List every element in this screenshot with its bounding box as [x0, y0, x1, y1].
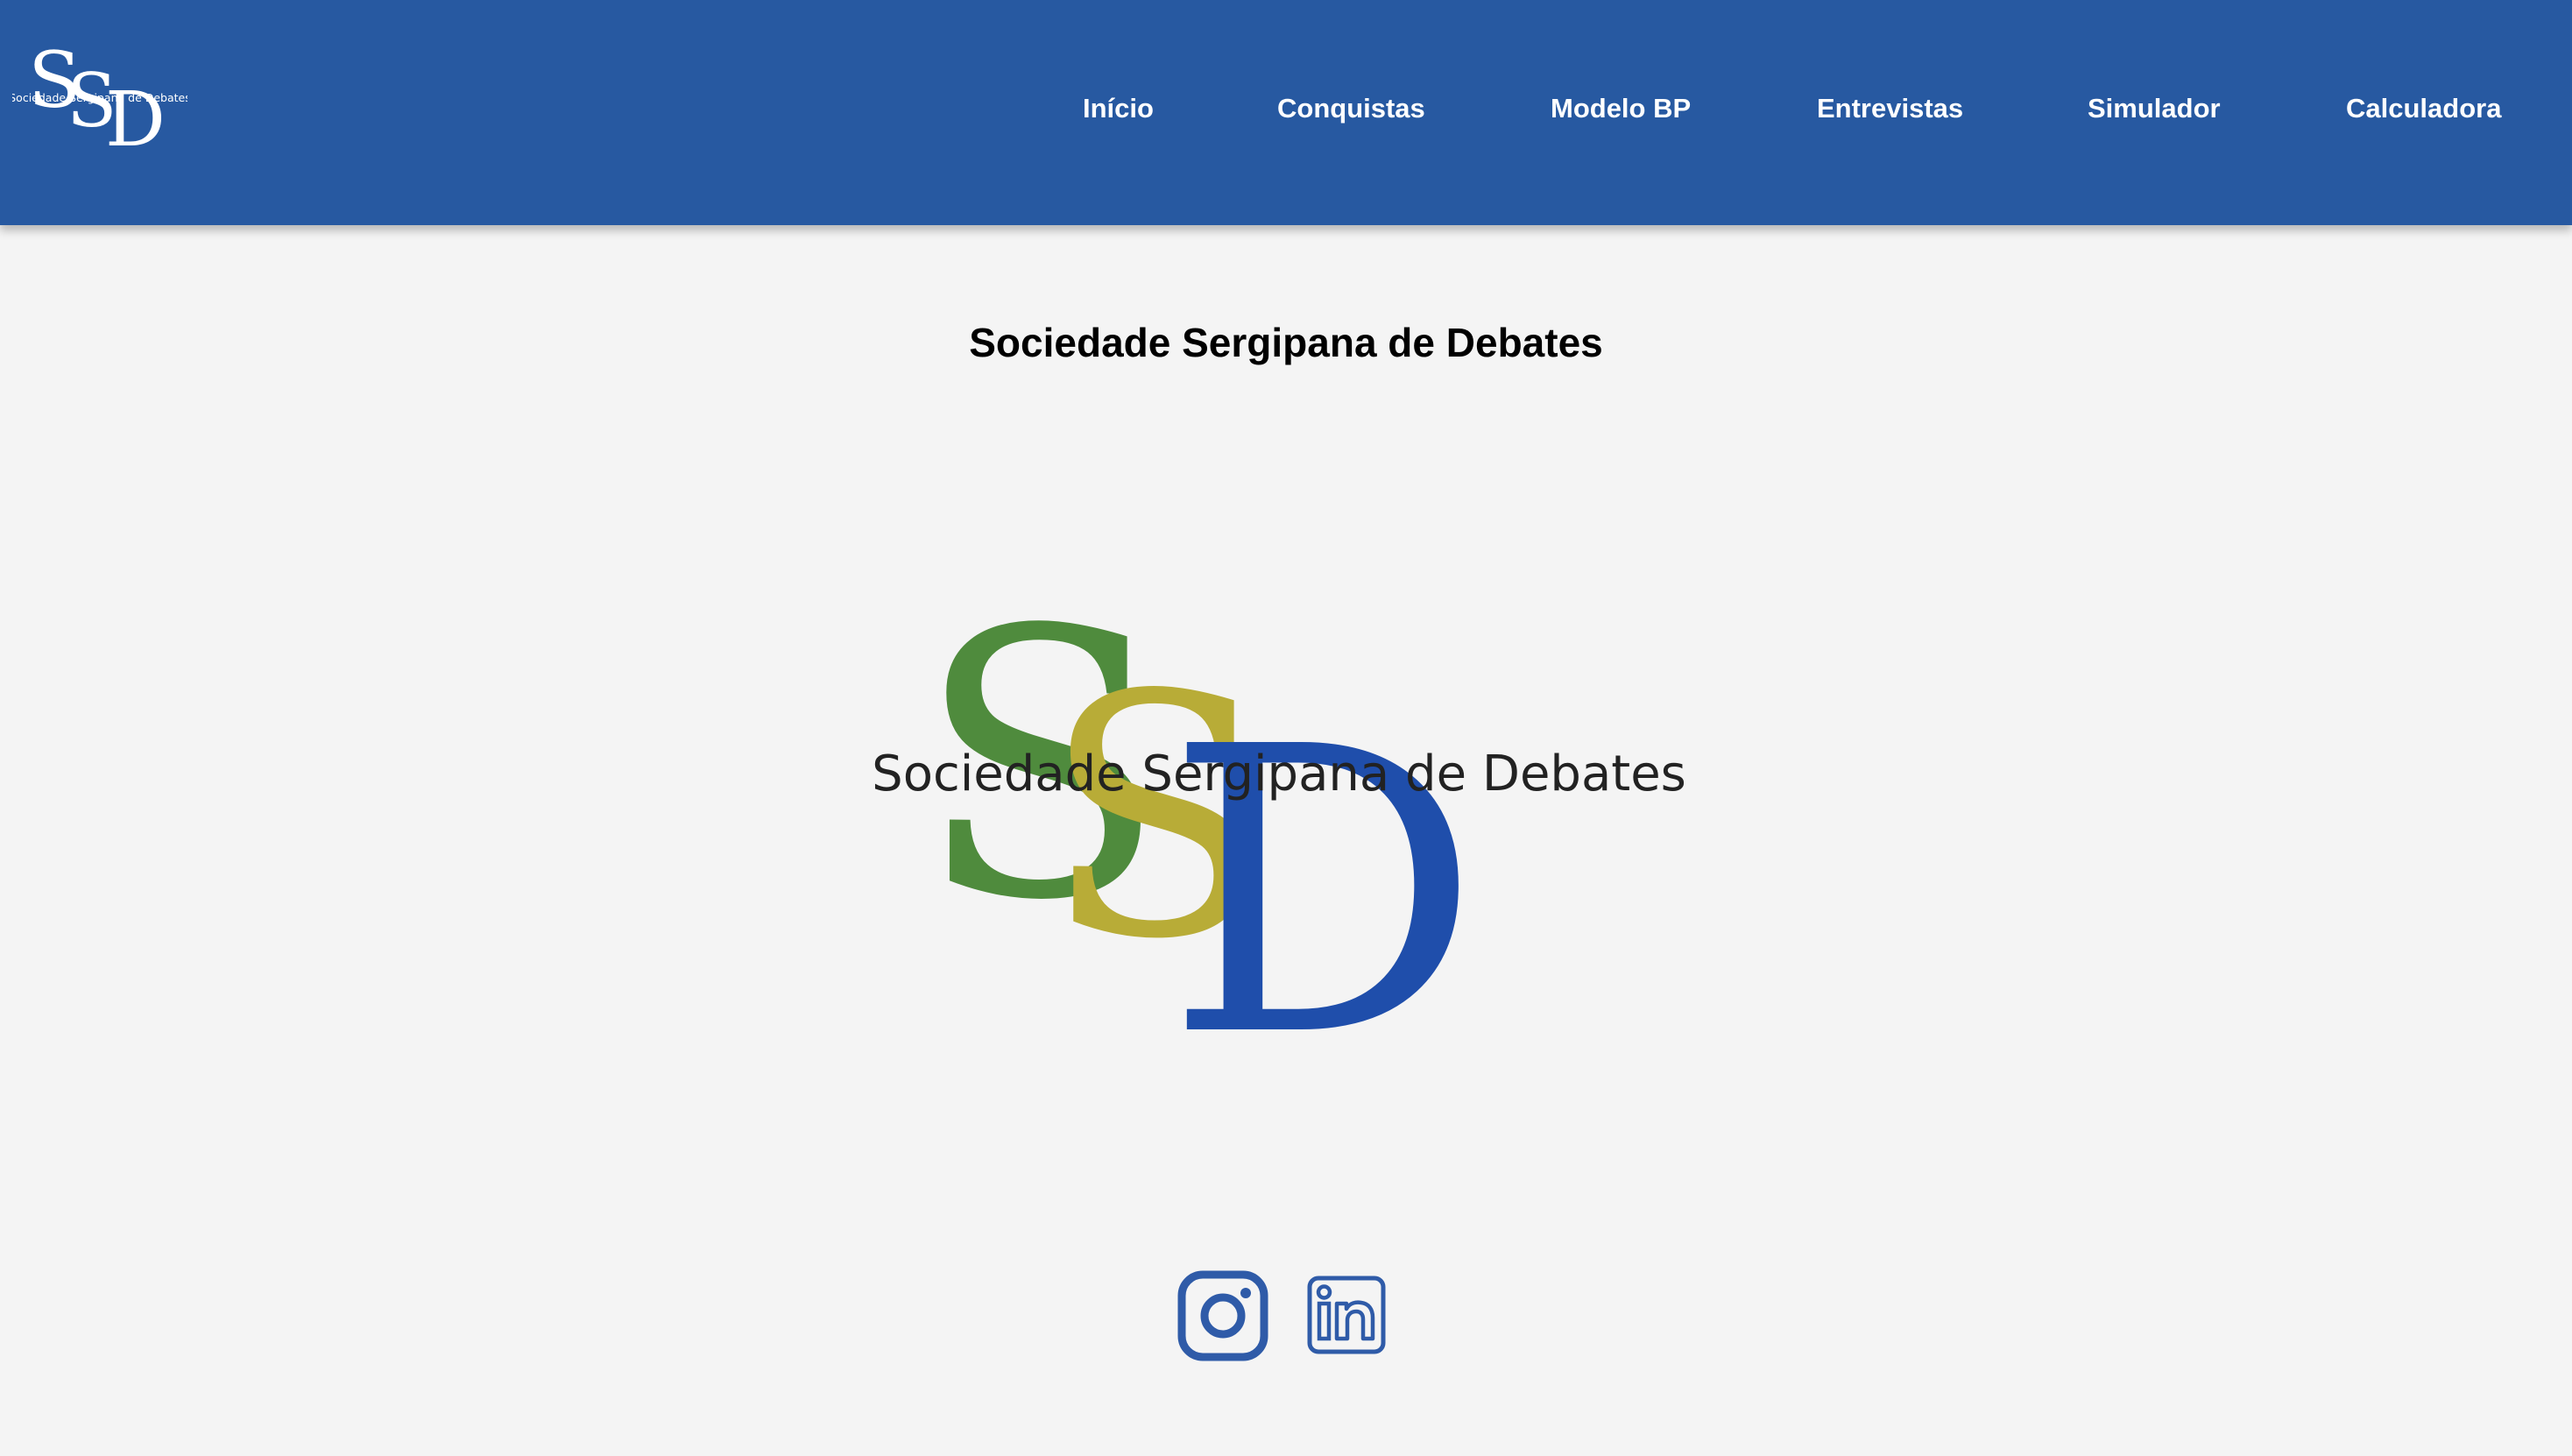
linkedin-icon: [1307, 1276, 1386, 1354]
instagram-link[interactable]: [1177, 1270, 1268, 1361]
page-title: Sociedade Sergipana de Debates: [969, 320, 1603, 365]
ssd-logo-small: S S D Sociedade Sergipana de Debates: [12, 35, 187, 158]
linkedin-link[interactable]: [1307, 1276, 1386, 1354]
logo-caption: Sociedade Sergipana de Debates: [12, 91, 187, 104]
nav-item-inicio[interactable]: Início: [1083, 93, 1154, 124]
instagram-icon: [1177, 1270, 1268, 1361]
ssd-logo-large: S S D Sociedade Sergipana de Debates: [872, 553, 1686, 1043]
nav-item-modelo-bp[interactable]: Modelo BP: [1551, 93, 1691, 124]
nav-item-calculadora[interactable]: Calculadora: [2346, 93, 2501, 124]
top-navigation-bar: S S D Sociedade Sergipana de Debates Iní…: [0, 0, 2572, 225]
nav-item-entrevistas[interactable]: Entrevistas: [1817, 93, 1963, 124]
logo-letter-d: D: [105, 76, 166, 158]
header-logo-link[interactable]: S S D Sociedade Sergipana de Debates: [12, 35, 187, 158]
nav-item-simulador[interactable]: Simulador: [2088, 93, 2221, 124]
hero-logo: S S D Sociedade Sergipana de Debates: [863, 517, 1695, 1043]
nav-item-conquistas[interactable]: Conquistas: [1277, 93, 1425, 124]
hero-logo-caption: Sociedade Sergipana de Debates: [872, 746, 1686, 802]
hero-letter-d: D: [1165, 664, 1481, 1043]
social-links: [0, 1270, 2572, 1361]
